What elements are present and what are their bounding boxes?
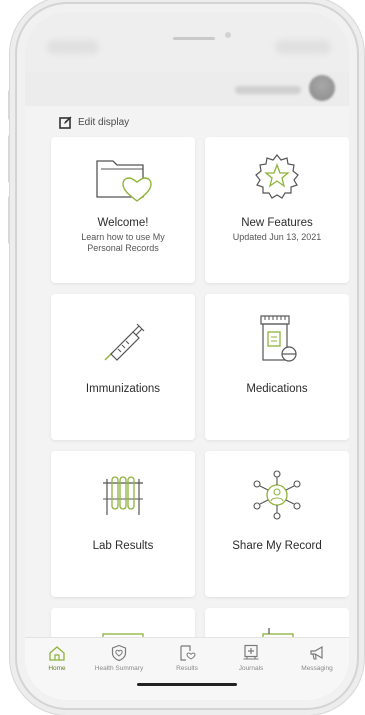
tile-subtitle: Learn how to use My Personal Records <box>81 232 165 253</box>
tile-title: New Features <box>241 217 313 229</box>
tile-welcome[interactable]: Welcome! Learn how to use My Personal Re… <box>51 137 195 283</box>
star-badge-icon <box>255 154 299 199</box>
tile-title: Medications <box>246 383 308 395</box>
nav-results[interactable]: Results <box>157 644 217 680</box>
tile-new-features[interactable]: New Features Updated Jun 13, 2021 <box>205 137 349 283</box>
nav-label: Journals <box>238 665 264 672</box>
avatar[interactable] <box>309 75 335 101</box>
nav-health-summary[interactable]: Health Summary <box>89 644 149 680</box>
tile-medications[interactable]: Medications <box>205 294 349 440</box>
phone-side-button-2 <box>8 135 12 183</box>
edit-display-label: Edit display <box>78 116 130 128</box>
tile-lab-results[interactable]: Lab Results <box>51 451 195 597</box>
user-name-blurred <box>235 86 301 94</box>
nav-label: Health Summary <box>94 665 144 672</box>
app-screen: Edit display Welcome! Learn how to use M… <box>25 12 349 700</box>
folder-heart-icon <box>96 160 152 202</box>
status-time-blurred <box>47 40 99 54</box>
phone-side-button-3 <box>8 196 12 244</box>
tile-immunizations[interactable]: Immunizations <box>51 294 195 440</box>
phone-frame: Edit display Welcome! Learn how to use M… <box>15 2 359 710</box>
camera-dot <box>225 32 231 38</box>
nav-label: Home <box>48 665 66 672</box>
edit-display-button[interactable]: Edit display <box>59 113 129 131</box>
app-header <box>25 72 349 106</box>
phone-side-button-1 <box>8 90 12 120</box>
status-icons-blurred <box>275 40 331 54</box>
journal-icon <box>243 644 259 660</box>
tile-title: Share My Record <box>232 540 322 552</box>
syringe-icon <box>104 323 145 361</box>
nav-messaging[interactable]: Messaging <box>287 644 347 680</box>
shield-heart-icon <box>111 644 127 662</box>
megaphone-icon <box>310 645 323 660</box>
nav-label: Messaging <box>301 665 333 672</box>
pill-bottle-icon <box>260 315 297 362</box>
home-icon <box>49 646 65 661</box>
status-bar <box>25 12 349 72</box>
speaker-notch <box>173 37 215 40</box>
tile-title: Immunizations <box>85 383 161 395</box>
tile-share-my-record[interactable]: Share My Record <box>205 451 349 597</box>
share-network-icon <box>253 470 301 520</box>
tile-subtitle: Updated Jun 13, 2021 <box>232 232 322 242</box>
tile-title: Lab Results <box>92 540 154 552</box>
test-tubes-icon <box>103 476 143 515</box>
nav-journals[interactable]: Journals <box>221 644 281 680</box>
nav-home[interactable]: Home <box>27 644 87 680</box>
edit-icon <box>59 116 72 129</box>
nav-label: Results <box>176 665 198 672</box>
results-icon <box>180 645 196 661</box>
home-indicator[interactable] <box>137 683 237 686</box>
bottom-nav: Home Health Summary Results Journals Mes… <box>25 637 349 700</box>
tile-title: Welcome! <box>97 217 149 229</box>
